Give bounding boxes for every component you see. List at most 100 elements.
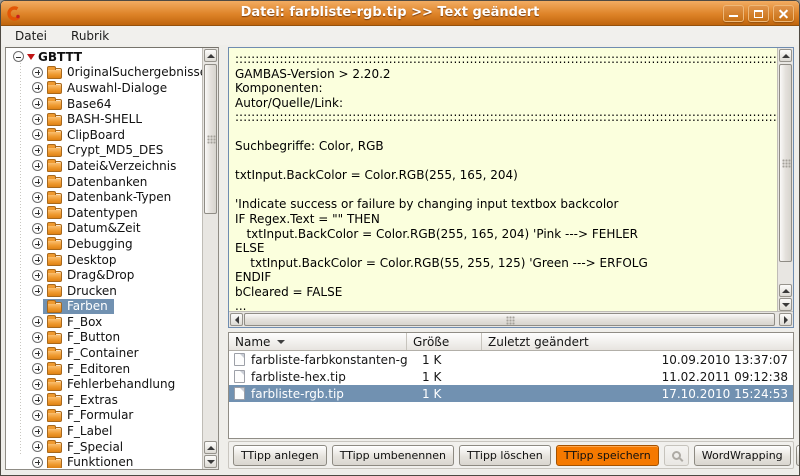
tree-item-node[interactable]: ClipBoard: [43, 127, 131, 143]
expand-icon[interactable]: [32, 332, 43, 343]
tree-item-node[interactable]: Farben: [43, 299, 114, 315]
scroll-up-button[interactable]: [204, 49, 217, 62]
scroll-left-button[interactable]: [230, 313, 243, 326]
tree-item-node[interactable]: Datentypen: [43, 205, 144, 221]
ende-button[interactable]: Ende: [796, 445, 800, 466]
tree-item[interactable]: Auswahl-Dialoge: [6, 80, 202, 96]
tree-item-node[interactable]: Debugging: [43, 236, 139, 252]
expand-icon[interactable]: [32, 441, 43, 452]
expand-icon[interactable]: [32, 67, 43, 78]
tree-item-node[interactable]: F_Formular: [43, 408, 139, 424]
tree-item[interactable]: Drucken: [6, 283, 202, 299]
expand-icon[interactable]: [32, 114, 43, 125]
tree-item[interactable]: F_Container: [6, 345, 202, 361]
expand-icon[interactable]: [32, 363, 43, 374]
expand-icon[interactable]: [32, 285, 43, 296]
collapse-icon[interactable]: [13, 51, 24, 62]
expand-icon[interactable]: [32, 82, 43, 93]
tree-item[interactable]: Datentypen: [6, 205, 202, 221]
tree-item-node[interactable]: Fehlerbehandlung: [43, 376, 181, 392]
tree-item[interactable]: Fehlerbehandlung: [6, 376, 202, 392]
tree-root-item[interactable]: GBTTT: [6, 49, 202, 65]
minimize-button[interactable]: [723, 5, 744, 22]
tree-item[interactable]: ClipBoard: [6, 127, 202, 143]
tree-item-node[interactable]: F_Editoren: [43, 361, 136, 377]
table-row[interactable]: farbliste-rgb.tip1 K17.10.2010 15:24:53: [229, 385, 793, 402]
tree-item[interactable]: Funktionen: [6, 454, 202, 468]
tree-item[interactable]: F_Extras: [6, 392, 202, 408]
column-header-modified[interactable]: Zuletzt geändert: [482, 333, 793, 350]
expand-icon[interactable]: [32, 270, 43, 281]
expand-icon[interactable]: [32, 238, 43, 249]
expand-icon[interactable]: [32, 254, 43, 265]
expand-icon[interactable]: [32, 192, 43, 203]
expand-icon[interactable]: [32, 379, 43, 390]
tree-item[interactable]: F_Editoren: [6, 361, 202, 377]
tree-item-node[interactable]: F_Special: [43, 439, 129, 455]
tree-item-node[interactable]: BASH-SHELL: [43, 111, 148, 127]
tree-item-node[interactable]: Desktop: [43, 252, 123, 268]
tree-item[interactable]: Drag&Drop: [6, 267, 202, 283]
tree-item-node[interactable]: Datum&Zeit: [43, 221, 147, 237]
expand-icon[interactable]: [32, 426, 43, 437]
tree-item[interactable]: Datenbanken: [6, 174, 202, 190]
tree-item[interactable]: F_Box: [6, 314, 202, 330]
ttipp-umbenennen-button[interactable]: TTipp umbenennen: [332, 445, 454, 466]
editor-vertical-scrollbar[interactable]: [777, 48, 793, 312]
tree-item[interactable]: Datei&Verzeichnis: [6, 158, 202, 174]
expand-icon[interactable]: [32, 410, 43, 421]
column-header-name[interactable]: Name: [229, 333, 407, 350]
expand-icon[interactable]: [32, 394, 43, 405]
scroll-right-button[interactable]: [779, 313, 792, 326]
expand-icon[interactable]: [32, 98, 43, 109]
tree-item-node[interactable]: Auswahl-Dialoge: [43, 80, 173, 96]
scroll-down-button[interactable]: [779, 298, 792, 311]
expand-icon[interactable]: [32, 160, 43, 171]
column-header-size[interactable]: Größe: [407, 333, 482, 350]
tree-item-node[interactable]: Crypt_MD5_DES: [43, 143, 169, 159]
expand-icon[interactable]: [32, 176, 43, 187]
tree-item[interactable]: F_Special: [6, 439, 202, 455]
tree-item[interactable]: BASH-SHELL: [6, 111, 202, 127]
tree-vertical-scrollbar[interactable]: [202, 48, 218, 469]
expand-icon[interactable]: [32, 207, 43, 218]
scroll-up-button-secondary[interactable]: [204, 441, 217, 454]
tree-item-node[interactable]: Funktionen: [43, 454, 139, 468]
tree-item[interactable]: Farben: [6, 299, 202, 315]
tree-item-node[interactable]: Datenbank-Typen: [43, 189, 177, 205]
scroll-up-button-secondary[interactable]: [779, 284, 792, 297]
ttipp-anlegen-button[interactable]: TTipp anlegen: [233, 445, 327, 466]
tree-item-node[interactable]: Base64: [43, 96, 118, 112]
search-button[interactable]: [664, 445, 689, 466]
tip-editor[interactable]: ::::::::::::::::::::::::::::::::::::::::…: [228, 47, 794, 328]
scroll-down-button[interactable]: [204, 455, 217, 468]
tree-item-node[interactable]: F_Box: [43, 314, 108, 330]
tree-item-node[interactable]: 0riginalSuchergebnisse: [43, 65, 202, 81]
tree-item[interactable]: 0riginalSuchergebnisse: [6, 65, 202, 81]
tree-item-node[interactable]: F_Extras: [43, 392, 124, 408]
tree-item[interactable]: Desktop: [6, 252, 202, 268]
maximize-button[interactable]: [748, 5, 769, 22]
table-row[interactable]: farbliste-hex.tip1 K11.02.2011 09:12:38: [229, 368, 793, 385]
tree-item-node[interactable]: Datenbanken: [43, 174, 153, 190]
editor-horizontal-scrollbar[interactable]: [229, 311, 793, 327]
expand-icon[interactable]: [32, 316, 43, 327]
scrollbar-thumb[interactable]: [204, 64, 217, 214]
scroll-up-button[interactable]: [779, 49, 792, 62]
expand-icon[interactable]: [32, 348, 43, 359]
tree-item-node[interactable]: Datei&Verzeichnis: [43, 158, 182, 174]
tree-item[interactable]: Crypt_MD5_DES: [6, 143, 202, 159]
tree-item[interactable]: Datum&Zeit: [6, 221, 202, 237]
tree-item-node[interactable]: Drag&Drop: [43, 267, 140, 283]
tree-item-node[interactable]: F_Container: [43, 345, 145, 361]
tree-item-node[interactable]: F_Button: [43, 330, 126, 346]
tree-item[interactable]: F_Button: [6, 330, 202, 346]
expand-icon[interactable]: [32, 129, 43, 140]
tree-item[interactable]: Base64: [6, 96, 202, 112]
tree-item[interactable]: F_Formular: [6, 408, 202, 424]
menu-item-datei[interactable]: Datei: [15, 29, 47, 43]
ttipp-speichern-button[interactable]: TTipp speichern: [556, 445, 659, 466]
tree-item[interactable]: F_Label: [6, 423, 202, 439]
expand-icon[interactable]: [32, 145, 43, 156]
expand-icon[interactable]: [32, 457, 43, 468]
